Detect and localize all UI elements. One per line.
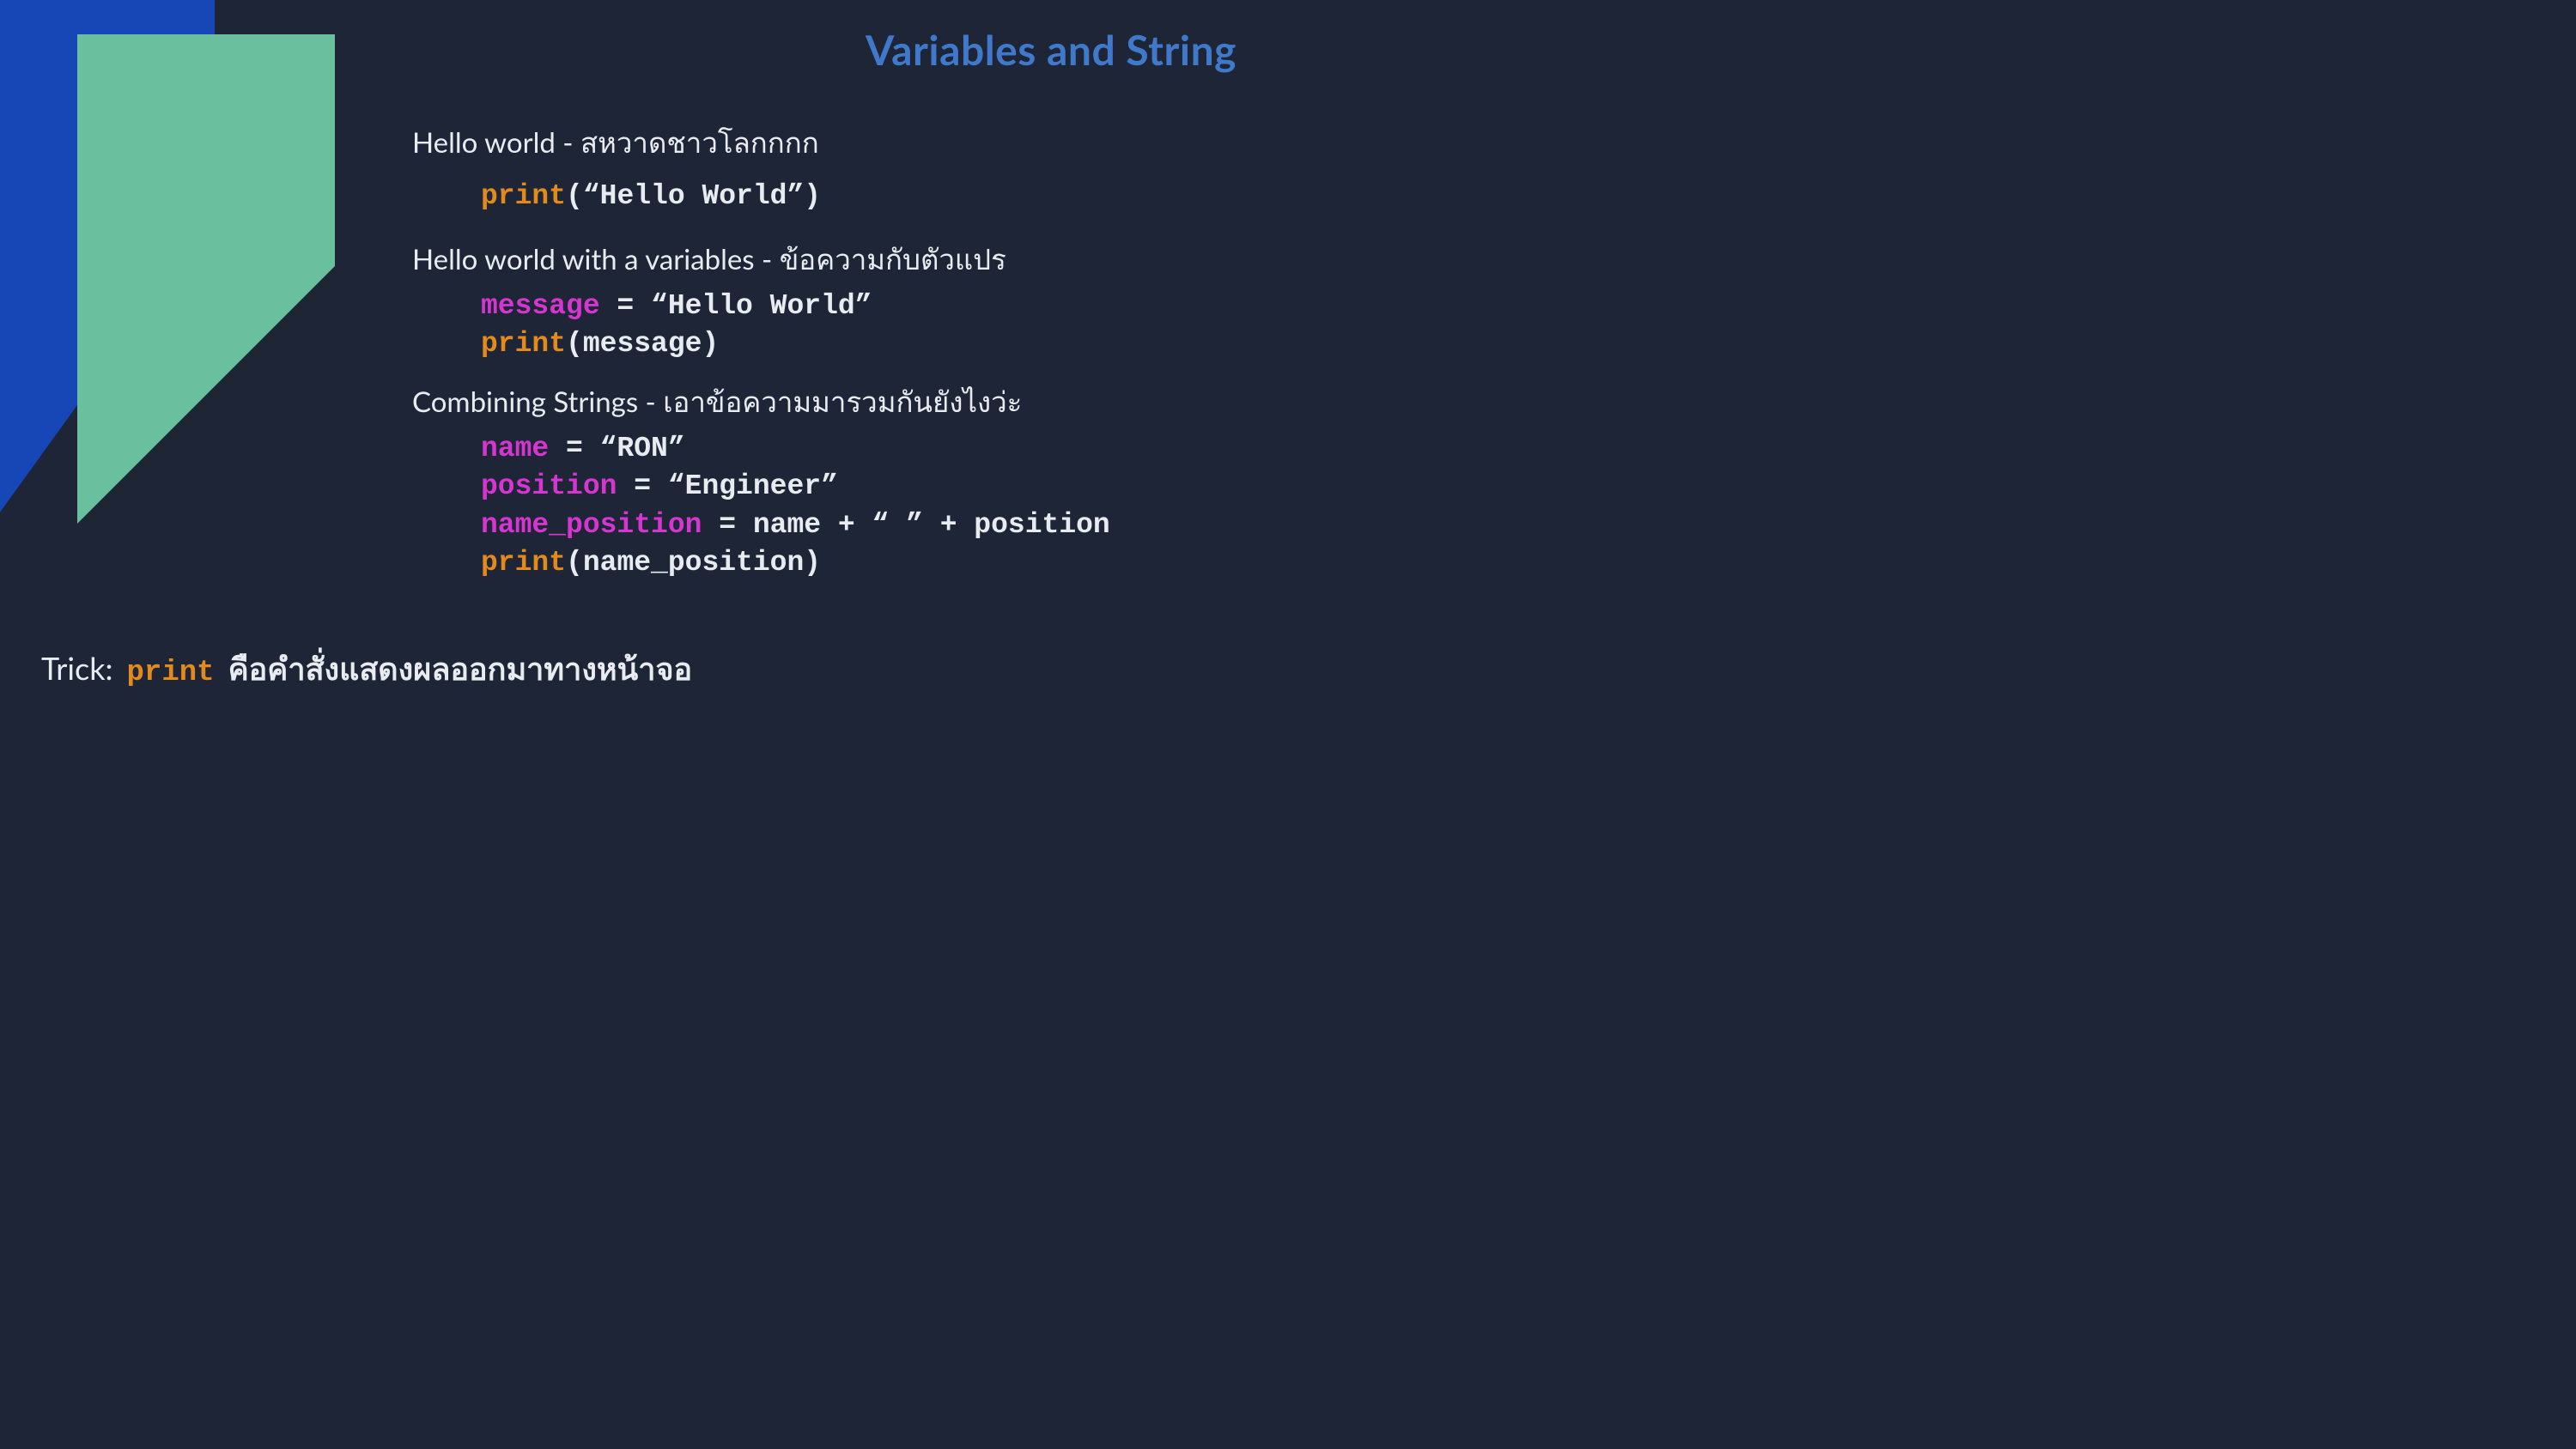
trick-footer: Trick: print คือคำสั่งแสดงผลออกมาทางหน้า… (41, 645, 692, 694)
slide-content: Hello world - สหวาดชาวโลกกกก print(“Hell… (412, 120, 1254, 598)
code-keyword: message (481, 290, 600, 322)
code-block-variables: message = “Hello World” print(message) (481, 288, 1254, 364)
code-block-hello-world: print(“Hello World”) (481, 178, 1254, 216)
code-text: (“Hello World”) (566, 180, 821, 212)
code-text: = “Engineer” (617, 470, 837, 502)
code-keyword: print (481, 328, 566, 360)
code-keyword: print (481, 180, 566, 212)
slide: Variables and String Hello world - สหวาด… (0, 0, 1288, 724)
section-heading-variables: Hello world with a variables - ข้อความกั… (412, 237, 1254, 282)
code-text: (name_position) (566, 547, 821, 579)
code-block-combining: name = “RON” position = “Engineer” name_… (481, 430, 1254, 583)
code-keyword: name_position (481, 509, 702, 541)
code-text: (message) (566, 328, 719, 360)
trick-keyword: print (127, 657, 215, 689)
code-text: = “RON” (549, 433, 684, 464)
section-heading-hello-world: Hello world - สหวาดชาวโลกกกก (412, 120, 1254, 166)
trick-label: Trick: (41, 649, 113, 687)
slide-title: Variables and String (866, 26, 1236, 75)
trick-desc: คือคำสั่งแสดงผลออกมาทางหน้าจอ (228, 645, 693, 694)
code-text: = “Hello World” (600, 290, 872, 322)
code-keyword: print (481, 547, 566, 579)
code-text: = name + “ ” + position (702, 509, 1109, 541)
code-keyword: position (481, 470, 617, 502)
code-keyword: name (481, 433, 549, 464)
decorative-shapes (0, 0, 395, 558)
section-heading-combining: Combining Strings - เอาข้อความมารวมกันยั… (412, 379, 1254, 425)
